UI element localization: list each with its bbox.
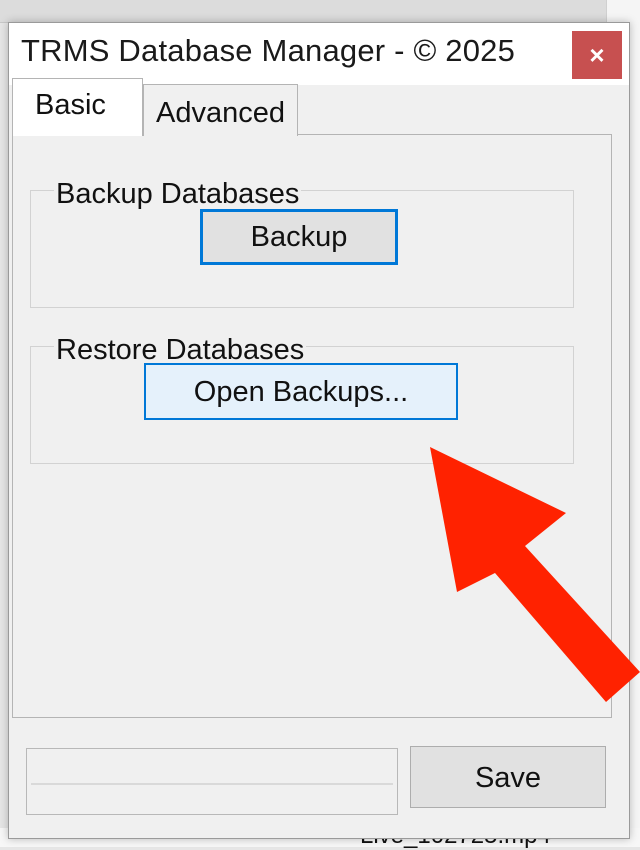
background-window-strip: [0, 0, 640, 23]
tab-basic-label: Basic: [35, 89, 106, 121]
close-button[interactable]: ×: [572, 31, 622, 79]
tab-basic[interactable]: Basic: [12, 78, 143, 136]
save-button[interactable]: Save: [410, 746, 606, 808]
close-icon: ×: [589, 39, 605, 70]
status-divider: [31, 783, 393, 785]
backup-button[interactable]: Backup: [200, 209, 398, 265]
title-bar[interactable]: TRMS Database Manager - © 2025 ×: [9, 23, 629, 85]
backup-databases-label: Backup Databases: [54, 178, 302, 211]
tab-advanced-label: Advanced: [156, 97, 285, 129]
tab-advanced[interactable]: Advanced: [143, 84, 298, 136]
open-backups-button[interactable]: Open Backups...: [144, 363, 458, 420]
window-title: TRMS Database Manager - © 2025: [21, 33, 516, 68]
status-field: [26, 748, 398, 815]
